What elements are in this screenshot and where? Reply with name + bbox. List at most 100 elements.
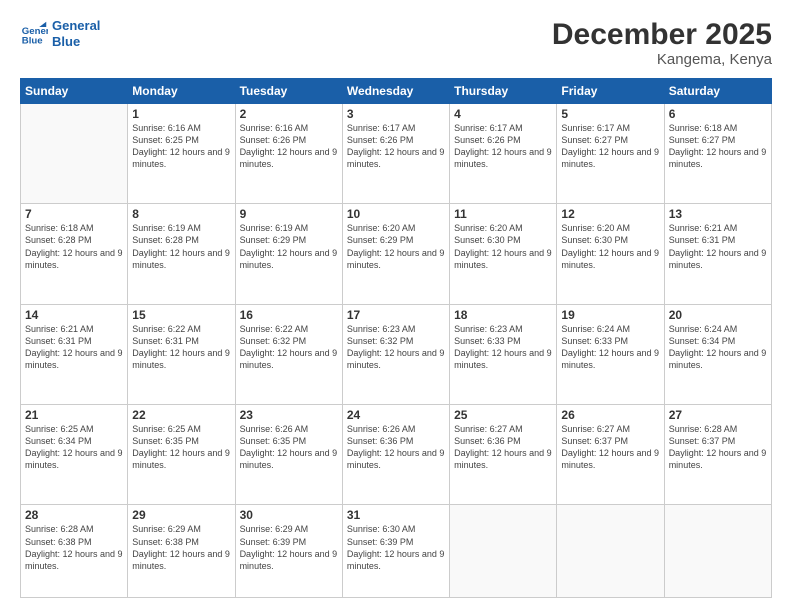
day-number: 7 <box>25 207 123 221</box>
day-number: 18 <box>454 308 552 322</box>
day-info: Sunrise: 6:19 AM Sunset: 6:29 PM Dayligh… <box>240 222 338 271</box>
day-info: Sunrise: 6:17 AM Sunset: 6:26 PM Dayligh… <box>454 122 552 171</box>
calendar-cell: 24Sunrise: 6:26 AM Sunset: 6:36 PM Dayli… <box>342 405 449 505</box>
day-number: 2 <box>240 107 338 121</box>
day-number: 29 <box>132 508 230 522</box>
day-info: Sunrise: 6:19 AM Sunset: 6:28 PM Dayligh… <box>132 222 230 271</box>
day-info: Sunrise: 6:20 AM Sunset: 6:30 PM Dayligh… <box>561 222 659 271</box>
day-info: Sunrise: 6:18 AM Sunset: 6:27 PM Dayligh… <box>669 122 767 171</box>
day-info: Sunrise: 6:21 AM Sunset: 6:31 PM Dayligh… <box>669 222 767 271</box>
day-info: Sunrise: 6:22 AM Sunset: 6:31 PM Dayligh… <box>132 323 230 372</box>
day-info: Sunrise: 6:26 AM Sunset: 6:36 PM Dayligh… <box>347 423 445 472</box>
calendar-cell: 8Sunrise: 6:19 AM Sunset: 6:28 PM Daylig… <box>128 204 235 304</box>
day-number: 16 <box>240 308 338 322</box>
day-number: 15 <box>132 308 230 322</box>
week-row-3: 14Sunrise: 6:21 AM Sunset: 6:31 PM Dayli… <box>21 304 772 404</box>
calendar-cell: 12Sunrise: 6:20 AM Sunset: 6:30 PM Dayli… <box>557 204 664 304</box>
calendar-cell: 10Sunrise: 6:20 AM Sunset: 6:29 PM Dayli… <box>342 204 449 304</box>
calendar-cell: 7Sunrise: 6:18 AM Sunset: 6:28 PM Daylig… <box>21 204 128 304</box>
calendar-cell <box>557 505 664 598</box>
day-info: Sunrise: 6:24 AM Sunset: 6:34 PM Dayligh… <box>669 323 767 372</box>
logo-line2: Blue <box>52 34 100 50</box>
weekday-header-sunday: Sunday <box>21 79 128 104</box>
day-info: Sunrise: 6:26 AM Sunset: 6:35 PM Dayligh… <box>240 423 338 472</box>
day-number: 1 <box>132 107 230 121</box>
day-info: Sunrise: 6:17 AM Sunset: 6:27 PM Dayligh… <box>561 122 659 171</box>
calendar-cell: 21Sunrise: 6:25 AM Sunset: 6:34 PM Dayli… <box>21 405 128 505</box>
calendar-cell: 16Sunrise: 6:22 AM Sunset: 6:32 PM Dayli… <box>235 304 342 404</box>
day-info: Sunrise: 6:28 AM Sunset: 6:38 PM Dayligh… <box>25 523 123 572</box>
day-number: 25 <box>454 408 552 422</box>
calendar-cell: 11Sunrise: 6:20 AM Sunset: 6:30 PM Dayli… <box>450 204 557 304</box>
calendar-cell: 28Sunrise: 6:28 AM Sunset: 6:38 PM Dayli… <box>21 505 128 598</box>
day-number: 31 <box>347 508 445 522</box>
day-info: Sunrise: 6:25 AM Sunset: 6:35 PM Dayligh… <box>132 423 230 472</box>
calendar-cell: 26Sunrise: 6:27 AM Sunset: 6:37 PM Dayli… <box>557 405 664 505</box>
day-info: Sunrise: 6:17 AM Sunset: 6:26 PM Dayligh… <box>347 122 445 171</box>
weekday-header-saturday: Saturday <box>664 79 771 104</box>
weekday-header-thursday: Thursday <box>450 79 557 104</box>
calendar-cell: 2Sunrise: 6:16 AM Sunset: 6:26 PM Daylig… <box>235 104 342 204</box>
day-number: 26 <box>561 408 659 422</box>
calendar-cell: 15Sunrise: 6:22 AM Sunset: 6:31 PM Dayli… <box>128 304 235 404</box>
day-number: 20 <box>669 308 767 322</box>
weekday-header-row: SundayMondayTuesdayWednesdayThursdayFrid… <box>21 79 772 104</box>
month-title: December 2025 <box>552 18 772 51</box>
day-info: Sunrise: 6:30 AM Sunset: 6:39 PM Dayligh… <box>347 523 445 572</box>
day-number: 6 <box>669 107 767 121</box>
day-info: Sunrise: 6:29 AM Sunset: 6:38 PM Dayligh… <box>132 523 230 572</box>
day-number: 27 <box>669 408 767 422</box>
day-info: Sunrise: 6:27 AM Sunset: 6:36 PM Dayligh… <box>454 423 552 472</box>
day-info: Sunrise: 6:22 AM Sunset: 6:32 PM Dayligh… <box>240 323 338 372</box>
calendar-cell: 14Sunrise: 6:21 AM Sunset: 6:31 PM Dayli… <box>21 304 128 404</box>
logo-icon: General Blue <box>20 20 48 48</box>
weekday-header-friday: Friday <box>557 79 664 104</box>
day-number: 17 <box>347 308 445 322</box>
calendar-cell: 13Sunrise: 6:21 AM Sunset: 6:31 PM Dayli… <box>664 204 771 304</box>
day-number: 13 <box>669 207 767 221</box>
day-info: Sunrise: 6:20 AM Sunset: 6:30 PM Dayligh… <box>454 222 552 271</box>
day-number: 23 <box>240 408 338 422</box>
day-number: 24 <box>347 408 445 422</box>
day-info: Sunrise: 6:28 AM Sunset: 6:37 PM Dayligh… <box>669 423 767 472</box>
calendar-cell: 4Sunrise: 6:17 AM Sunset: 6:26 PM Daylig… <box>450 104 557 204</box>
calendar-cell: 17Sunrise: 6:23 AM Sunset: 6:32 PM Dayli… <box>342 304 449 404</box>
calendar-cell: 9Sunrise: 6:19 AM Sunset: 6:29 PM Daylig… <box>235 204 342 304</box>
day-info: Sunrise: 6:18 AM Sunset: 6:28 PM Dayligh… <box>25 222 123 271</box>
day-number: 21 <box>25 408 123 422</box>
week-row-5: 28Sunrise: 6:28 AM Sunset: 6:38 PM Dayli… <box>21 505 772 598</box>
day-number: 19 <box>561 308 659 322</box>
week-row-4: 21Sunrise: 6:25 AM Sunset: 6:34 PM Dayli… <box>21 405 772 505</box>
calendar-table: SundayMondayTuesdayWednesdayThursdayFrid… <box>20 78 772 598</box>
logo: General Blue General Blue <box>20 18 100 49</box>
calendar-cell: 3Sunrise: 6:17 AM Sunset: 6:26 PM Daylig… <box>342 104 449 204</box>
header: General Blue General Blue December 2025 … <box>20 18 772 68</box>
calendar-cell <box>450 505 557 598</box>
day-number: 11 <box>454 207 552 221</box>
day-number: 30 <box>240 508 338 522</box>
week-row-2: 7Sunrise: 6:18 AM Sunset: 6:28 PM Daylig… <box>21 204 772 304</box>
calendar-cell: 30Sunrise: 6:29 AM Sunset: 6:39 PM Dayli… <box>235 505 342 598</box>
day-number: 8 <box>132 207 230 221</box>
day-number: 28 <box>25 508 123 522</box>
weekday-header-monday: Monday <box>128 79 235 104</box>
day-info: Sunrise: 6:16 AM Sunset: 6:26 PM Dayligh… <box>240 122 338 171</box>
day-info: Sunrise: 6:27 AM Sunset: 6:37 PM Dayligh… <box>561 423 659 472</box>
day-info: Sunrise: 6:16 AM Sunset: 6:25 PM Dayligh… <box>132 122 230 171</box>
day-number: 3 <box>347 107 445 121</box>
weekday-header-tuesday: Tuesday <box>235 79 342 104</box>
calendar-cell: 5Sunrise: 6:17 AM Sunset: 6:27 PM Daylig… <box>557 104 664 204</box>
day-number: 14 <box>25 308 123 322</box>
day-number: 9 <box>240 207 338 221</box>
calendar-cell: 25Sunrise: 6:27 AM Sunset: 6:36 PM Dayli… <box>450 405 557 505</box>
calendar-cell: 22Sunrise: 6:25 AM Sunset: 6:35 PM Dayli… <box>128 405 235 505</box>
calendar-cell <box>664 505 771 598</box>
calendar-cell: 20Sunrise: 6:24 AM Sunset: 6:34 PM Dayli… <box>664 304 771 404</box>
calendar-cell: 27Sunrise: 6:28 AM Sunset: 6:37 PM Dayli… <box>664 405 771 505</box>
calendar-cell: 31Sunrise: 6:30 AM Sunset: 6:39 PM Dayli… <box>342 505 449 598</box>
calendar-cell: 1Sunrise: 6:16 AM Sunset: 6:25 PM Daylig… <box>128 104 235 204</box>
day-info: Sunrise: 6:21 AM Sunset: 6:31 PM Dayligh… <box>25 323 123 372</box>
weekday-header-wednesday: Wednesday <box>342 79 449 104</box>
calendar-cell: 18Sunrise: 6:23 AM Sunset: 6:33 PM Dayli… <box>450 304 557 404</box>
week-row-1: 1Sunrise: 6:16 AM Sunset: 6:25 PM Daylig… <box>21 104 772 204</box>
